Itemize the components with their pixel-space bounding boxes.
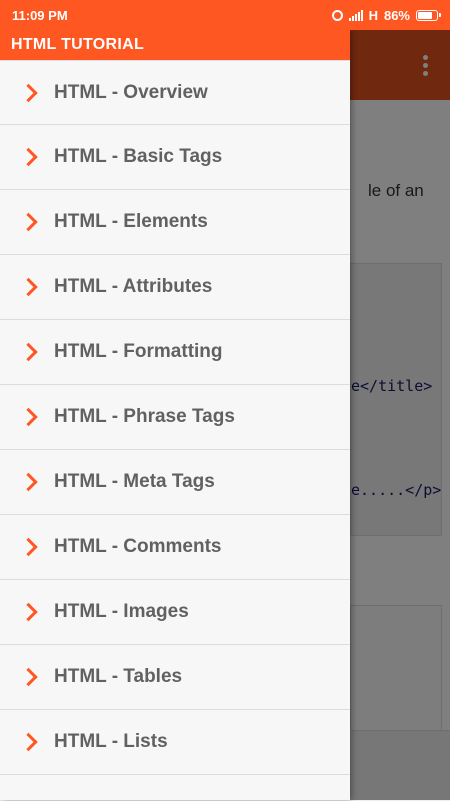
drawer-item[interactable]: HTML - Images bbox=[0, 580, 350, 645]
signal-icon bbox=[348, 9, 363, 21]
status-time: 11:09 PM bbox=[12, 7, 68, 23]
drawer-item[interactable]: HTML - Phrase Tags bbox=[0, 385, 350, 450]
status-icons: H 86% bbox=[331, 7, 441, 23]
chevron-right-icon bbox=[19, 472, 38, 492]
drawer-item-label: HTML - Attributes bbox=[54, 276, 213, 297]
drawer-item[interactable]: HTML - Lists bbox=[0, 710, 350, 775]
drawer-list: HTML - Overview HTML - Basic Tags HTML - E… bbox=[0, 60, 350, 775]
drawer-title: HTML TUTORIAL bbox=[0, 30, 350, 60]
navigation-drawer: HTML TUTORIAL HTML - Overview HTML - Basi… bbox=[0, 30, 350, 800]
drawer-item[interactable]: HTML - Meta Tags bbox=[0, 450, 350, 515]
chevron-right-icon bbox=[19, 602, 38, 622]
chevron-right-icon bbox=[19, 667, 38, 687]
drawer-item-label: HTML - Images bbox=[54, 601, 189, 622]
drawer-item[interactable]: HTML - Tables bbox=[0, 645, 350, 710]
drawer-item[interactable]: HTML - Elements bbox=[0, 190, 350, 255]
drawer-item[interactable]: HTML - Attributes bbox=[0, 255, 350, 320]
status-bar: 11:09 PM H 86% bbox=[0, 0, 450, 30]
drawer-item-label: HTML - Phrase Tags bbox=[54, 406, 235, 427]
drawer-item-label: HTML - Basic Tags bbox=[54, 146, 223, 167]
drawer-item-label: HTML - Tables bbox=[54, 666, 183, 687]
chevron-right-icon bbox=[19, 342, 38, 362]
battery-icon bbox=[416, 9, 441, 21]
chevron-right-icon bbox=[19, 732, 38, 752]
drawer-item[interactable]: HTML - Basic Tags bbox=[0, 125, 350, 190]
chevron-right-icon bbox=[19, 407, 38, 427]
chevron-right-icon bbox=[19, 537, 38, 557]
drawer-item-label: HTML - Elements bbox=[54, 211, 208, 232]
drawer-item-label: HTML - Comments bbox=[54, 536, 222, 557]
drawer-item-label: HTML - Overview bbox=[54, 81, 208, 103]
drawer-item[interactable]: HTML - Comments bbox=[0, 515, 350, 580]
drawer-item[interactable]: HTML - Formatting bbox=[0, 320, 350, 385]
chevron-right-icon bbox=[19, 212, 38, 232]
battery-percent: 86% bbox=[383, 7, 410, 23]
network-type: H bbox=[368, 7, 378, 23]
chevron-right-icon bbox=[19, 83, 38, 102]
drawer-item-label: HTML - Lists bbox=[54, 731, 168, 752]
alarm-icon bbox=[331, 9, 343, 21]
chevron-right-icon bbox=[19, 277, 38, 297]
chevron-right-icon bbox=[19, 147, 38, 167]
drawer-item-label: HTML - Formatting bbox=[54, 341, 223, 362]
drawer-item[interactable]: HTML - Overview bbox=[0, 60, 350, 125]
drawer-item-label: HTML - Meta Tags bbox=[54, 471, 215, 492]
